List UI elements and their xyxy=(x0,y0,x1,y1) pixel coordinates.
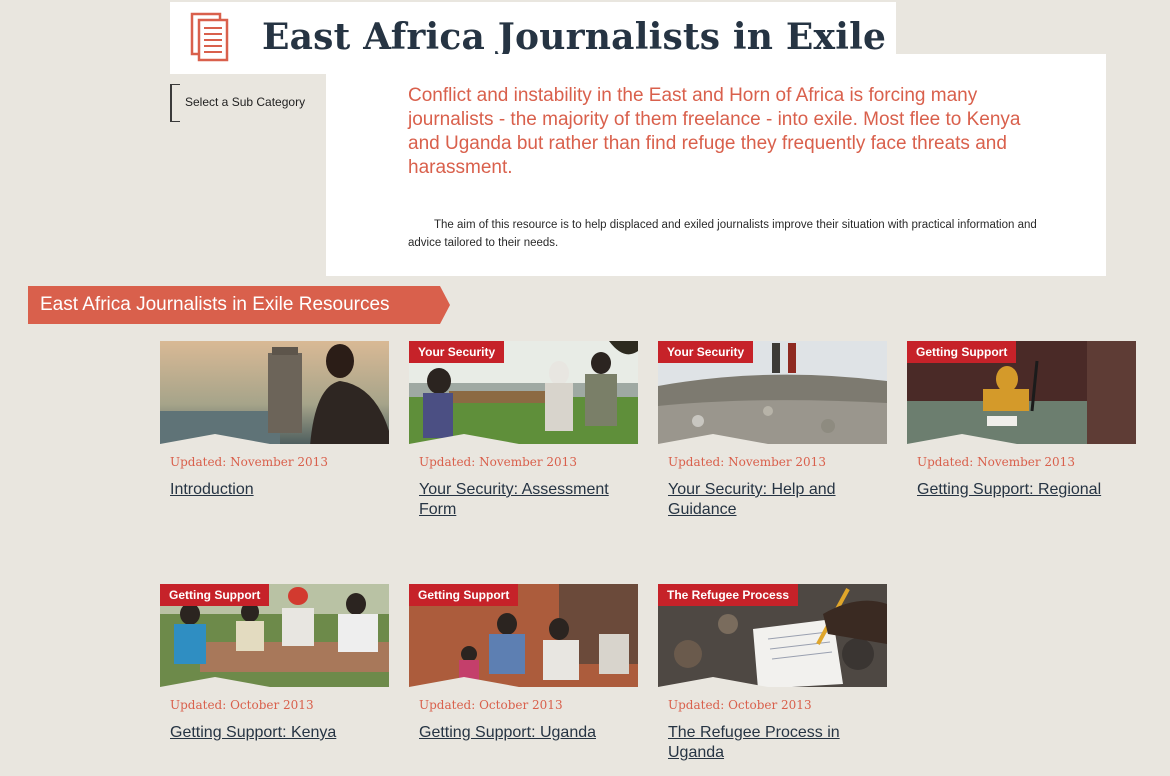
intro-aim: The aim of this resource is to help disp… xyxy=(408,219,1037,249)
resource-card-support-uganda[interactable]: Getting Support Updated: October 2013 Ge… xyxy=(409,584,638,741)
card-updated: Updated: October 2013 xyxy=(170,698,314,712)
card-title-link[interactable]: The Refugee Process in Uganda xyxy=(668,723,883,763)
resource-card-security-assessment[interactable]: Your Security Updated: November 2013 You… xyxy=(409,341,638,518)
card-image[interactable]: Getting Support xyxy=(160,584,389,689)
card-title-link[interactable]: Your Security: Assessment Form xyxy=(419,480,634,520)
card-category-tag: Getting Support xyxy=(160,584,270,606)
card-image[interactable]: Getting Support xyxy=(907,341,1136,446)
card-category-tag: The Refugee Process xyxy=(658,584,799,606)
card-title-link[interactable]: Your Security: Help and Guidance xyxy=(668,480,883,520)
subcategory-field[interactable]: Select a Sub Category xyxy=(170,84,326,122)
resource-card-refugee-process[interactable]: The Refugee Process Updated: October 201… xyxy=(658,584,887,761)
card-title-link[interactable]: Introduction xyxy=(170,480,385,500)
resource-card-support-kenya[interactable]: Getting Support Updated: October 2013 Ge… xyxy=(160,584,389,741)
card-image[interactable] xyxy=(160,341,389,446)
card-category-tag: Your Security xyxy=(658,341,754,363)
subcategory-label: Select a Sub Category xyxy=(185,95,306,109)
resource-card-support-regional[interactable]: Getting Support Updated: November 2013 G… xyxy=(907,341,1136,498)
card-title-link[interactable]: Getting Support: Kenya xyxy=(170,723,385,743)
card-category-tag: Getting Support xyxy=(907,341,1017,363)
resources-banner: East Africa Journalists in Exile Resourc… xyxy=(28,286,450,324)
card-title-link[interactable]: Getting Support: Regional xyxy=(917,480,1132,500)
page-title: East Africa Journalists in Exile xyxy=(262,16,887,58)
card-title-link[interactable]: Getting Support: Uganda xyxy=(419,723,634,743)
card-image[interactable]: Your Security xyxy=(409,341,638,446)
card-updated: Updated: November 2013 xyxy=(917,455,1075,469)
intro-box: Conflict and instability in the East and… xyxy=(326,54,1106,276)
card-updated: Updated: October 2013 xyxy=(419,698,563,712)
card-image[interactable]: The Refugee Process xyxy=(658,584,887,689)
resources-title: East Africa Journalists in Exile Resourc… xyxy=(40,294,390,315)
resource-card-introduction[interactable]: Updated: November 2013 Introduction xyxy=(160,341,389,498)
card-category-tag: Your Security xyxy=(409,341,505,363)
card-image[interactable]: Your Security xyxy=(658,341,887,446)
card-updated: Updated: October 2013 xyxy=(668,698,812,712)
intro-lead: Conflict and instability in the East and… xyxy=(408,85,1021,178)
card-updated: Updated: November 2013 xyxy=(170,455,328,469)
document-icon xyxy=(190,12,229,62)
resource-card-security-guidance[interactable]: Your Security Updated: November 2013 You… xyxy=(658,341,887,518)
card-image[interactable]: Getting Support xyxy=(409,584,638,689)
card-updated: Updated: November 2013 xyxy=(668,455,826,469)
card-category-tag: Getting Support xyxy=(409,584,519,606)
card-updated: Updated: November 2013 xyxy=(419,455,577,469)
